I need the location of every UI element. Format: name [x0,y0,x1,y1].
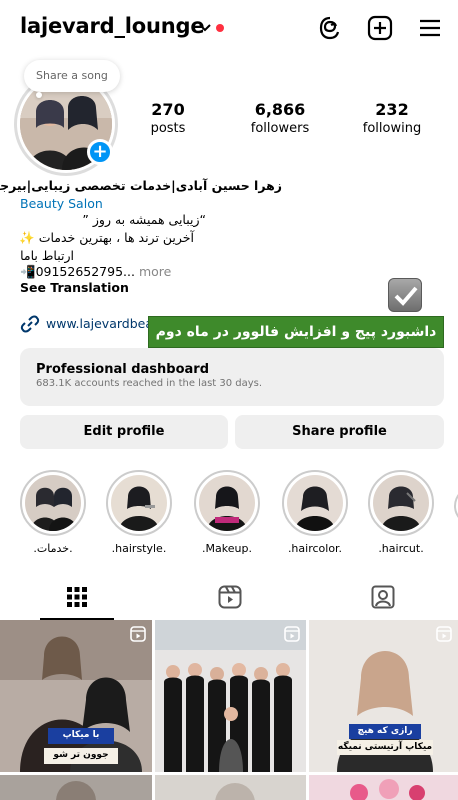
bio-line-2: آخرین ترند ها ، بهترین خدمات ✨ [19,230,194,245]
highlight-item[interactable]: .Makeup. [194,470,260,555]
grid-post[interactable] [155,620,306,772]
posts-label: posts [150,121,186,136]
highlight-cover [199,475,255,531]
tab-tagged[interactable] [306,576,458,620]
share-song-note[interactable]: Share a song [24,60,120,92]
username-switcher[interactable]: lajevard_lounge [20,14,205,38]
highlight-ring [20,470,86,536]
following-count: 232 [375,100,409,119]
tab-reels[interactable] [153,576,305,620]
highlight-item[interactable]: .haircolor. [282,470,348,555]
bio-phone: 📲09152652795... [20,264,135,279]
edit-profile-button[interactable]: Edit profile [20,415,228,449]
posts-stat[interactable]: 270 posts [138,100,198,136]
highlight-item[interactable]: .haircut. [368,470,434,555]
share-profile-button[interactable]: Share profile [235,415,444,449]
reel-badge-icon [284,626,300,642]
tab-posts-grid[interactable] [0,576,152,620]
followers-stat[interactable]: 6,866 followers [244,100,316,136]
post-caption-top: رازی که هیچ [349,724,421,739]
notification-dot [216,24,224,32]
reel-badge-icon [130,626,146,642]
highlight-ring [368,470,434,536]
grid-icon [67,587,87,607]
grid-post[interactable]: رازی که هیچ میکاپ آرتیستی نمیگه [309,620,458,772]
create-plus-icon[interactable] [366,14,394,42]
highlight-label: .hairstyle. [111,542,167,555]
highlight-item[interactable]: .خدمات. [20,470,86,555]
followers-count: 6,866 [254,100,306,119]
profile-category: Beauty Salon [20,196,103,211]
highlight-ring [282,470,348,536]
highlight-label: .haircolor. [287,542,343,555]
top-bar: lajevard_lounge [0,0,458,58]
bio-link[interactable]: www.lajevardbea [20,314,160,334]
profile-name: زهرا حسین آبادی|خدمات تخصصی زیبایی|بیرجن… [0,178,282,193]
highlight-ring [194,470,260,536]
profile-tabs [0,576,458,620]
checkmark-icon [394,286,418,306]
highlight-item[interactable]: .hairstyle. [106,470,172,555]
posts-grid: با میکاپ جوون تر شو رازی که هیچ میکاپ آر… [0,620,458,800]
grid-post[interactable] [0,775,152,800]
note-tail [36,92,42,98]
highlight-cover [287,475,343,531]
highlight-partial-item[interactable] [454,486,458,526]
post-thumbnail [309,775,458,800]
posts-count: 270 [151,100,185,119]
highlight-label: .Makeup. [202,542,252,555]
reels-icon [218,585,242,609]
see-translation-link[interactable]: See Translation [20,280,440,295]
post-caption-bottom: میکاپ آرتیستی نمیگه [337,740,433,755]
grid-post[interactable] [155,775,306,800]
dashboard-title: Professional dashboard [36,362,210,377]
highlight-cover [373,475,429,531]
highlight-cover [25,475,81,531]
link-chain-icon [20,315,40,333]
grid-post[interactable] [309,775,458,800]
bio-line-3: ارتباط باما [20,248,74,263]
bio-more-link[interactable]: more [135,264,171,279]
threads-icon[interactable] [316,14,344,42]
following-label: following [362,121,422,136]
reel-badge-icon [436,626,452,642]
post-thumbnail [155,620,306,772]
post-caption-bottom: جوون تر شو [44,748,118,764]
grid-post[interactable]: با میکاپ جوون تر شو [0,620,152,772]
following-stat[interactable]: 232 following [358,100,426,136]
menu-hamburger-icon[interactable] [416,14,444,42]
promo-banner: داشبورد پیج و افزایش فالوور در ماه دوم [148,316,444,348]
chevron-down-icon[interactable] [198,20,212,34]
highlight-label: .خدمات. [33,542,73,555]
post-thumbnail [155,775,306,800]
highlight-ring [106,470,172,536]
professional-dashboard-card[interactable]: Professional dashboard 683.1K accounts r… [20,348,444,406]
highlight-label: .haircut. [378,542,424,555]
bio-line-1: “زیبایی همیشه به روز ” [82,212,206,227]
highlight-cover [111,475,167,531]
tagged-person-icon [371,585,395,609]
bio-link-text: www.lajevardbea [46,316,153,331]
followers-label: followers [250,121,310,136]
add-story-plus-button[interactable]: + [87,139,113,165]
post-thumbnail [0,775,152,800]
checkmark-sticker [388,278,422,312]
bio-line-4: 📲09152652795... more [20,264,440,280]
dashboard-subtitle: 683.1K accounts reached in the last 30 d… [36,378,263,389]
post-caption-top: با میکاپ [48,728,114,744]
